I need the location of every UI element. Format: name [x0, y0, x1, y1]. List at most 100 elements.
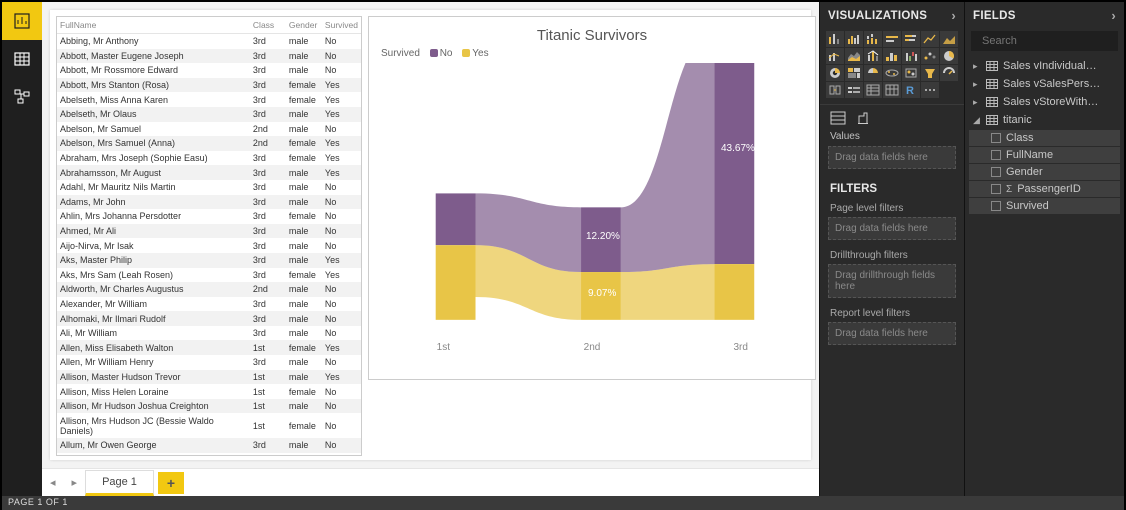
visual-type-icon[interactable] [864, 65, 882, 81]
table-row[interactable]: Aks, Mrs Sam (Leah Rosen)3rdfemaleYes [57, 268, 361, 283]
field-checkbox[interactable] [991, 201, 1001, 211]
field-checkbox[interactable] [991, 167, 1001, 177]
table-row[interactable]: Abraham, Mrs Joseph (Sophie Easu)3rdfema… [57, 151, 361, 166]
fields-search[interactable] [971, 31, 1118, 51]
table-row[interactable]: Aldworth, Mr Charles Augustus2ndmaleNo [57, 282, 361, 297]
field-item[interactable]: Survived [969, 198, 1120, 214]
visual-type-icon[interactable] [864, 31, 882, 47]
fields-panel: FIELDS › ▸Sales vIndividualCu...▸Sales v… [964, 2, 1124, 496]
table-row[interactable]: Abbott, Master Eugene Joseph3rdmaleNo [57, 49, 361, 64]
filter-drop-zone[interactable]: Drag drillthrough fields here [828, 264, 956, 298]
table-row[interactable]: Allison, Mrs Hudson JC (Bessie Waldo Dan… [57, 413, 361, 438]
table-row[interactable]: Allen, Mr William Henry3rdmaleNo [57, 355, 361, 370]
table-node[interactable]: ▸Sales vStoreWithAd... [965, 93, 1124, 111]
field-item[interactable]: Gender [969, 164, 1120, 180]
search-input[interactable] [982, 35, 1124, 47]
visual-type-icon[interactable] [826, 48, 844, 64]
values-drop-zone[interactable]: Drag data fields here [828, 146, 956, 169]
filter-scope-label: Drillthrough filters [820, 246, 964, 262]
report-page[interactable]: FullNameClassGenderSurvived Abbing, Mr A… [50, 10, 811, 460]
visual-type-icon[interactable] [845, 31, 863, 47]
column-header[interactable]: FullName [57, 17, 250, 34]
table-row[interactable]: Ali, Mr William3rdmaleNo [57, 326, 361, 341]
visual-type-icon[interactable] [921, 31, 939, 47]
add-page-button[interactable]: + [158, 472, 184, 494]
visual-type-icon[interactable] [864, 82, 882, 98]
table-row[interactable]: Abrahamsson, Mr August3rdmaleYes [57, 165, 361, 180]
filter-drop-zone[interactable]: Drag data fields here [828, 322, 956, 345]
visual-type-icon[interactable] [826, 65, 844, 81]
visual-type-icon[interactable] [826, 82, 844, 98]
visual-type-icon[interactable] [940, 31, 958, 47]
table-row[interactable]: Abelson, Mrs Samuel (Anna)2ndfemaleYes [57, 136, 361, 151]
visual-type-icon[interactable] [921, 82, 939, 98]
visual-type-icon[interactable] [940, 48, 958, 64]
model-view-icon[interactable] [2, 78, 42, 116]
report-view-icon[interactable] [2, 2, 42, 40]
field-item[interactable]: Class [969, 130, 1120, 146]
table-row[interactable]: Allum, Mr Owen George3rdmaleNo [57, 438, 361, 453]
x-axis-label: 2nd [518, 342, 667, 353]
table-row[interactable]: Aijo-Nirva, Mr Isak3rdmaleNo [57, 238, 361, 253]
page-prev-button[interactable]: ◂ [42, 476, 64, 489]
data-view-icon[interactable] [2, 40, 42, 78]
visual-type-icon[interactable] [883, 48, 901, 64]
column-header[interactable]: Survived [322, 17, 361, 34]
field-item[interactable]: ΣPassengerID [969, 181, 1120, 197]
fields-well-icon[interactable] [830, 111, 846, 125]
visual-type-icon[interactable] [902, 65, 920, 81]
table-row[interactable]: Ahlin, Mrs Johanna Persdotter3rdfemaleNo [57, 209, 361, 224]
page-tab[interactable]: Page 1 [85, 470, 154, 496]
table-row[interactable]: Ahmed, Mr Ali3rdmaleNo [57, 224, 361, 239]
visual-type-icon[interactable] [921, 65, 939, 81]
visual-type-icon[interactable] [883, 82, 901, 98]
table-row[interactable]: Allison, Miss Helen Loraine1stfemaleNo [57, 384, 361, 399]
table-row[interactable]: Allison, Master Hudson Trevor1stmaleYes [57, 370, 361, 385]
collapse-panel-button[interactable]: › [951, 8, 956, 23]
table-row[interactable]: Abbott, Mrs Stanton (Rosa)3rdfemaleYes [57, 78, 361, 93]
visual-type-icon[interactable] [826, 31, 844, 47]
visual-type-icon[interactable] [940, 65, 958, 81]
visual-type-icon[interactable] [921, 48, 939, 64]
visual-type-icon[interactable] [845, 48, 863, 64]
collapse-panel-button[interactable]: › [1111, 8, 1116, 23]
field-checkbox[interactable] [991, 133, 1001, 143]
table-node[interactable]: ◢titanic [965, 111, 1124, 129]
table-row[interactable]: Adahl, Mr Mauritz Nils Martin3rdmaleNo [57, 180, 361, 195]
table-row[interactable]: Alexander, Mr William3rdmaleNo [57, 297, 361, 312]
table-row[interactable]: Abbott, Mr Rossmore Edward3rdmaleNo [57, 63, 361, 78]
visual-type-icon[interactable] [883, 65, 901, 81]
table-node[interactable]: ▸Sales vIndividualCu... [965, 57, 1124, 75]
column-header[interactable]: Class [250, 17, 286, 34]
column-header[interactable]: Gender [286, 17, 322, 34]
table-row[interactable]: Allen, Miss Elisabeth Walton1stfemaleYes [57, 340, 361, 355]
ribbon-chart-visual[interactable]: Titanic Survivors Survived No Yes [368, 16, 816, 380]
format-well-icon[interactable] [856, 111, 870, 125]
visual-type-icon[interactable] [902, 31, 920, 47]
field-item[interactable]: FullName [969, 147, 1120, 163]
visual-type-icon[interactable] [845, 82, 863, 98]
visual-type-icon[interactable]: R [902, 82, 920, 98]
table-row[interactable]: Abelson, Mr Samuel2ndmaleNo [57, 122, 361, 137]
table-row[interactable]: Abelseth, Miss Anna Karen3rdfemaleYes [57, 92, 361, 107]
table-visual[interactable]: FullNameClassGenderSurvived Abbing, Mr A… [56, 16, 362, 456]
page-next-button[interactable]: ▸ [64, 476, 86, 489]
field-checkbox[interactable] [991, 150, 1001, 160]
svg-text:R: R [906, 85, 914, 96]
field-checkbox[interactable] [991, 184, 1001, 194]
table-row[interactable]: Adams, Mr John3rdmaleNo [57, 195, 361, 210]
filter-drop-zone[interactable]: Drag data fields here [828, 217, 956, 240]
page-tab-bar: ◂ ▸ Page 1 + [42, 468, 819, 496]
table-row[interactable]: Allison, Mr Hudson Joshua Creighton1stma… [57, 399, 361, 414]
table-row[interactable]: Abbing, Mr Anthony3rdmaleNo [57, 34, 361, 49]
table-row[interactable]: Aks, Master Philip3rdmaleYes [57, 253, 361, 268]
visual-type-icon[interactable] [864, 48, 882, 64]
visual-type-icon[interactable] [883, 31, 901, 47]
status-bar: PAGE 1 OF 1 [2, 496, 1124, 510]
x-axis-label: 1st [369, 342, 518, 353]
table-row[interactable]: Alhomaki, Mr Ilmari Rudolf3rdmaleNo [57, 311, 361, 326]
visual-type-icon[interactable] [902, 48, 920, 64]
table-node[interactable]: ▸Sales vSalesPerson [965, 75, 1124, 93]
table-row[interactable]: Abelseth, Mr Olaus3rdmaleYes [57, 107, 361, 122]
visual-type-icon[interactable] [845, 65, 863, 81]
